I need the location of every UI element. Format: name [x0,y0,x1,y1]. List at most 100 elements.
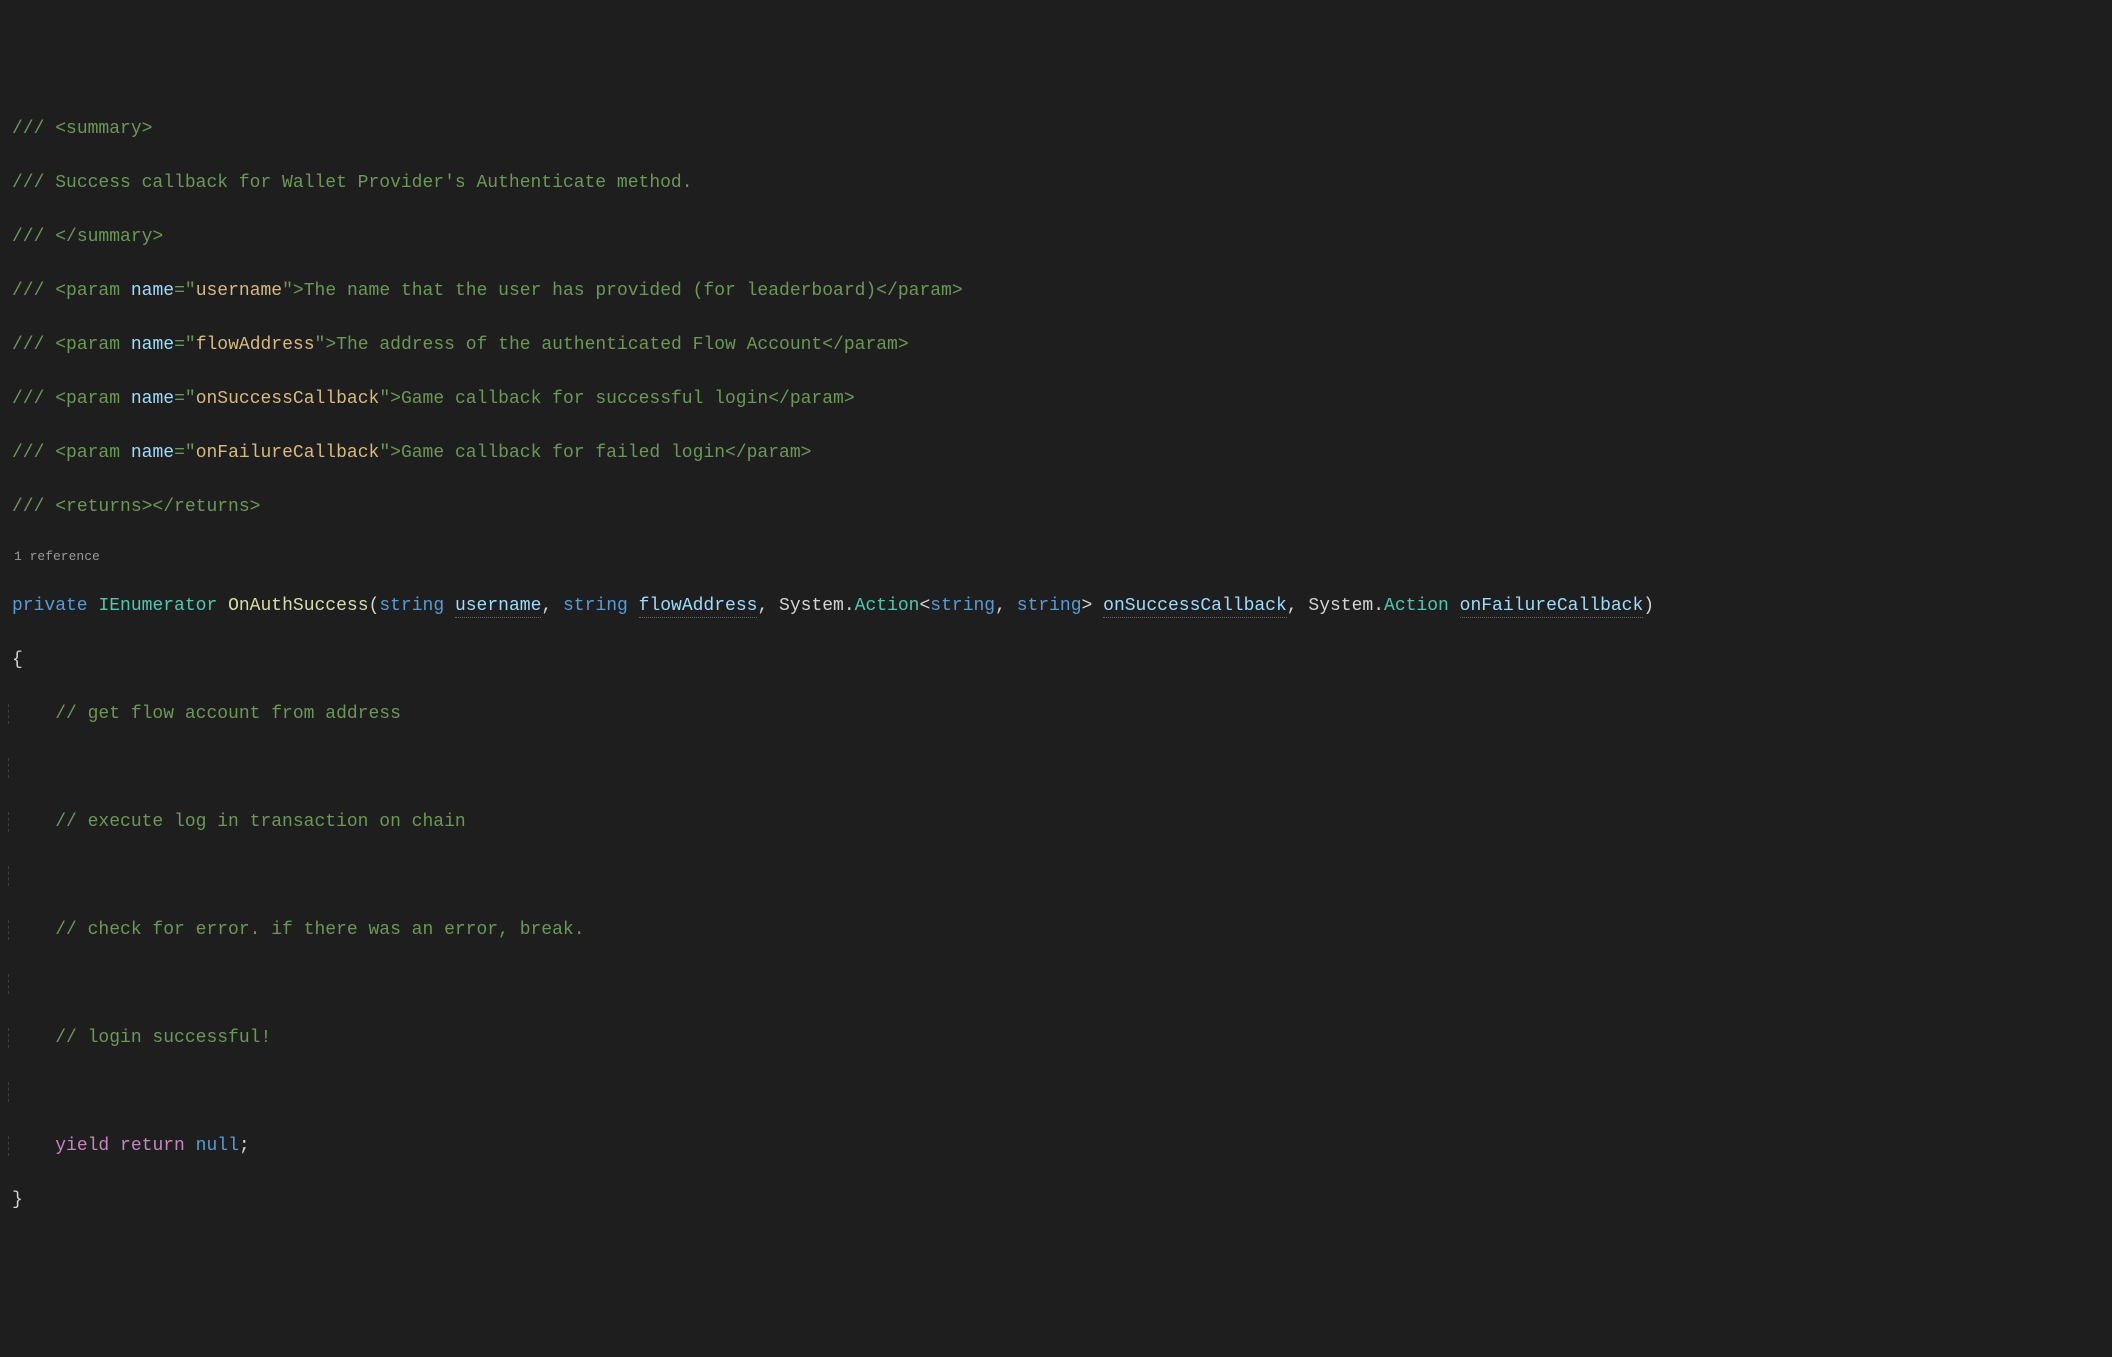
doc-slashes: /// [12,119,55,139]
doc-slashes: /// [12,497,55,517]
xml-attr-name: name [131,281,174,301]
xml-quote: " [315,335,326,355]
doc-comment-line[interactable]: /// <param name="username">The name that… [12,278,2100,305]
xml-param-desc: The address of the authenticated Flow Ac… [336,335,822,355]
comment-line[interactable]: // execute log in transaction on chain [12,809,2100,836]
comment-line[interactable]: // login successful! [12,1025,2100,1052]
close-brace: } [12,1190,23,1210]
comment-line[interactable]: // check for error. if there was an erro… [12,917,2100,944]
angle-close: > [1082,596,1093,616]
xml-tag-close: > [325,335,336,355]
xml-returns: <returns></returns> [55,497,260,517]
param-type: string [379,596,444,616]
return-type: IEnumerator [98,596,217,616]
xml-param-open: <param [55,281,131,301]
blank-line[interactable] [12,755,2100,782]
access-modifier: private [12,596,88,616]
xml-param-desc: The name that the user has provided (for… [304,281,877,301]
yield-keyword: yield [55,1136,109,1156]
doc-comment-line[interactable]: /// <returns></returns> [12,494,2100,521]
statement-line[interactable]: yield return null; [12,1133,2100,1160]
param-name: onFailureCallback [1460,596,1644,618]
null-literal: null [196,1136,239,1156]
xml-quote: " [185,443,196,463]
xml-param-end: </param> [822,335,908,355]
xml-quote: " [185,389,196,409]
inline-comment: // login successful! [55,1028,271,1048]
doc-comment-line[interactable]: /// <summary> [12,116,2100,143]
open-brace-line[interactable]: { [12,647,2100,674]
namespace: System [1308,596,1373,616]
blank-line[interactable] [12,971,2100,998]
comma: , [541,596,563,616]
blank-line[interactable] [12,863,2100,890]
xml-eq: = [174,335,185,355]
xml-attr-name: name [131,389,174,409]
xml-param-end: </param> [876,281,962,301]
method-name: OnAuthSuccess [228,596,368,616]
comma: , [757,596,779,616]
semicolon: ; [239,1136,250,1156]
xml-quote: " [379,389,390,409]
xml-attr-name: name [131,443,174,463]
dot: . [1373,596,1384,616]
angle-open: < [919,596,930,616]
comma: , [1287,596,1309,616]
param-name: flowAddress [639,596,758,618]
xml-summary-close: </summary> [55,227,163,247]
doc-slashes: /// [12,227,55,247]
xml-param-open: <param [55,443,131,463]
xml-param-name-value: username [196,281,282,301]
param-name: onSuccessCallback [1103,596,1287,618]
doc-comment-line[interactable]: /// <param name="onFailureCallback">Game… [12,440,2100,467]
namespace: System [779,596,844,616]
xml-param-desc: Game callback for successful login [401,389,768,409]
codelens-references[interactable]: 1 reference [12,548,2100,566]
xml-param-desc: Game callback for failed login [401,443,725,463]
doc-slashes: /// [12,443,55,463]
xml-param-end: </param> [725,443,811,463]
comment-line[interactable]: // get flow account from address [12,701,2100,728]
doc-comment-line[interactable]: /// <param name="onSuccessCallback">Game… [12,386,2100,413]
doc-comment-line[interactable]: /// Success callback for Wallet Provider… [12,170,2100,197]
param-type: string [563,596,628,616]
param-name: username [455,596,541,618]
dot: . [844,596,855,616]
doc-slashes: /// [12,173,55,193]
doc-comment-line[interactable]: /// <param name="flowAddress">The addres… [12,332,2100,359]
xml-attr-name: name [131,335,174,355]
xml-quote: " [282,281,293,301]
type-name: Action [1384,596,1449,616]
doc-summary-text: Success callback for Wallet Provider's A… [55,173,692,193]
doc-slashes: /// [12,281,55,301]
open-brace: { [12,650,23,670]
inline-comment: // check for error. if there was an erro… [55,920,584,940]
xml-quote: " [379,443,390,463]
xml-quote: " [185,335,196,355]
xml-param-name-value: onSuccessCallback [196,389,380,409]
type-name: Action [855,596,920,616]
generic-type: string [1017,596,1082,616]
xml-param-open: <param [55,389,131,409]
open-paren: ( [369,596,380,616]
doc-slashes: /// [12,335,55,355]
method-signature-line[interactable]: private IEnumerator OnAuthSuccess(string… [12,593,2100,620]
inline-comment: // get flow account from address [55,704,401,724]
xml-eq: = [174,389,185,409]
xml-summary-open: <summary> [55,119,152,139]
inline-comment: // execute log in transaction on chain [55,812,465,832]
generic-type: string [930,596,995,616]
xml-tag-close: > [390,443,401,463]
doc-slashes: /// [12,389,55,409]
blank-line[interactable] [12,1079,2100,1106]
xml-param-end: </param> [768,389,854,409]
doc-comment-line[interactable]: /// </summary> [12,224,2100,251]
xml-eq: = [174,281,185,301]
close-paren: ) [1643,596,1654,616]
xml-param-open: <param [55,335,131,355]
comma: , [995,596,1017,616]
close-brace-line[interactable]: } [12,1187,2100,1214]
xml-tag-close: > [293,281,304,301]
xml-param-name-value: flowAddress [196,335,315,355]
xml-tag-close: > [390,389,401,409]
